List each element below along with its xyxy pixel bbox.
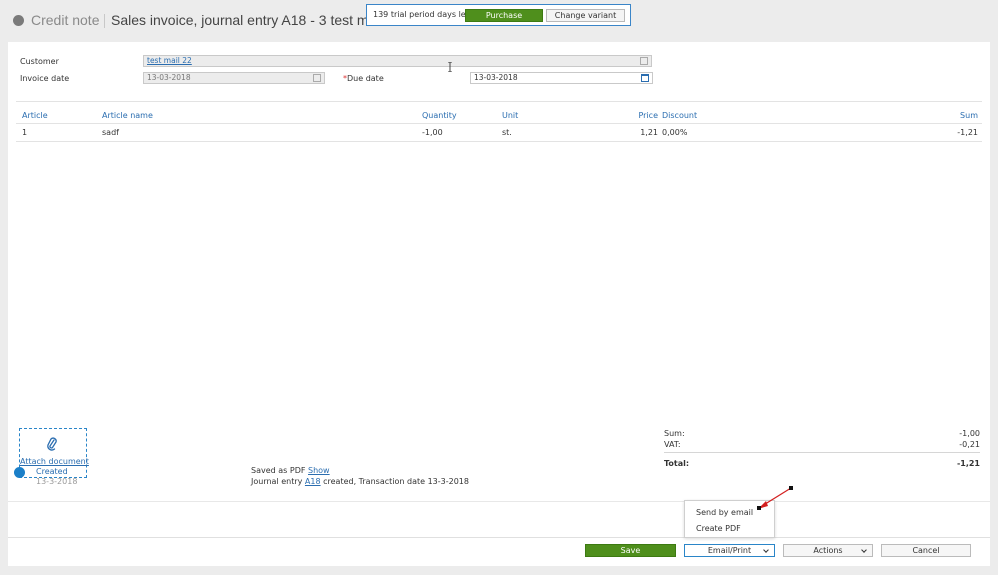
chevron-down-icon (861, 547, 867, 553)
col-price[interactable]: Price (608, 111, 658, 120)
email-print-menu: Send by email Create PDF (684, 500, 775, 538)
main-panel: Customer test mail 22 Invoice date 13-03… (8, 42, 990, 566)
change-variant-button[interactable]: Change variant (546, 9, 625, 22)
totals-total-label: Total: (664, 459, 690, 468)
invoice-date-field[interactable]: 13-03-2018 (143, 72, 325, 84)
cell-price: 1,21 (640, 128, 658, 137)
history-status[interactable]: Created (36, 467, 68, 476)
calendar-icon[interactable] (641, 74, 649, 82)
cell-article: 1 (22, 128, 28, 137)
trial-text: 139 trial period days left (373, 10, 472, 19)
col-article[interactable]: Article (22, 111, 48, 120)
actions-button[interactable]: Actions (783, 544, 873, 557)
attach-document-label[interactable]: Attach document (20, 457, 89, 466)
totals-sum-value: -1,00 (959, 429, 980, 438)
journal-entry-link[interactable]: A18 (305, 477, 321, 486)
paperclip-icon (47, 437, 57, 451)
save-button[interactable]: Save (585, 544, 676, 557)
lookup-icon[interactable] (640, 57, 648, 65)
history-pdf-line: Saved as PDF Show (251, 466, 330, 475)
history-pdf-text: Saved as PDF (251, 466, 306, 475)
col-article-name[interactable]: Article name (102, 111, 153, 120)
trial-banner: 139 trial period days left Purchase Chan… (366, 4, 631, 26)
status-dot-icon (13, 15, 24, 26)
cancel-button[interactable]: Cancel (881, 544, 971, 557)
totals-vat-label: VAT: (664, 440, 681, 449)
document-type: Credit note (31, 12, 100, 28)
email-print-button[interactable]: Email/Print (684, 544, 775, 557)
menu-item-create-pdf[interactable]: Create PDF (696, 524, 741, 533)
customer-label: Customer (20, 57, 59, 66)
due-date-value: 13-03-2018 (474, 73, 518, 82)
chevron-down-icon (763, 547, 769, 553)
cell-unit: st. (502, 128, 512, 137)
cell-discount: 0,00% (662, 128, 688, 137)
page-title: Sales invoice, journal entry A18 - 3 tes… (111, 12, 389, 28)
totals-divider (664, 452, 980, 453)
history-date: 13-3-2018 (36, 477, 78, 486)
actions-label: Actions (813, 546, 843, 555)
due-date-field[interactable]: 13-03-2018 (470, 72, 653, 84)
show-pdf-link[interactable]: Show (308, 466, 330, 475)
text-cursor-icon (448, 62, 452, 72)
history-divider (8, 501, 990, 502)
divider (16, 123, 982, 124)
history-journal-suffix: created, Transaction date 13-3-2018 (323, 477, 469, 486)
col-discount[interactable]: Discount (662, 111, 697, 120)
cell-quantity: -1,00 (422, 128, 443, 137)
invoice-date-value: 13-03-2018 (147, 73, 191, 82)
history-dot-icon (14, 467, 25, 478)
customer-link[interactable]: test mail 22 (147, 56, 192, 65)
email-print-label: Email/Print (707, 546, 752, 555)
cell-sum: -1,21 (957, 128, 978, 137)
totals-vat-value: -0,21 (959, 440, 980, 449)
divider (16, 141, 982, 142)
invoice-date-label: Invoice date (20, 74, 70, 83)
history-journal-prefix: Journal entry (251, 477, 303, 486)
col-unit[interactable]: Unit (502, 111, 518, 120)
history-journal-line: Journal entry A18 created, Transaction d… (251, 477, 469, 486)
totals-sum-label: Sum: (664, 429, 685, 438)
due-date-label: *Due date (343, 74, 384, 83)
menu-item-send-by-email[interactable]: Send by email (696, 508, 753, 517)
title-divider (104, 14, 105, 28)
col-quantity[interactable]: Quantity (422, 111, 457, 120)
due-date-label-text: Due date (347, 74, 384, 83)
calendar-icon[interactable] (313, 74, 321, 82)
purchase-button[interactable]: Purchase (465, 9, 543, 22)
cell-article-name: sadf (102, 128, 119, 137)
divider (16, 101, 982, 102)
totals-total-value: -1,21 (956, 459, 980, 468)
col-sum[interactable]: Sum (928, 111, 978, 120)
customer-field[interactable]: test mail 22 (143, 55, 652, 67)
